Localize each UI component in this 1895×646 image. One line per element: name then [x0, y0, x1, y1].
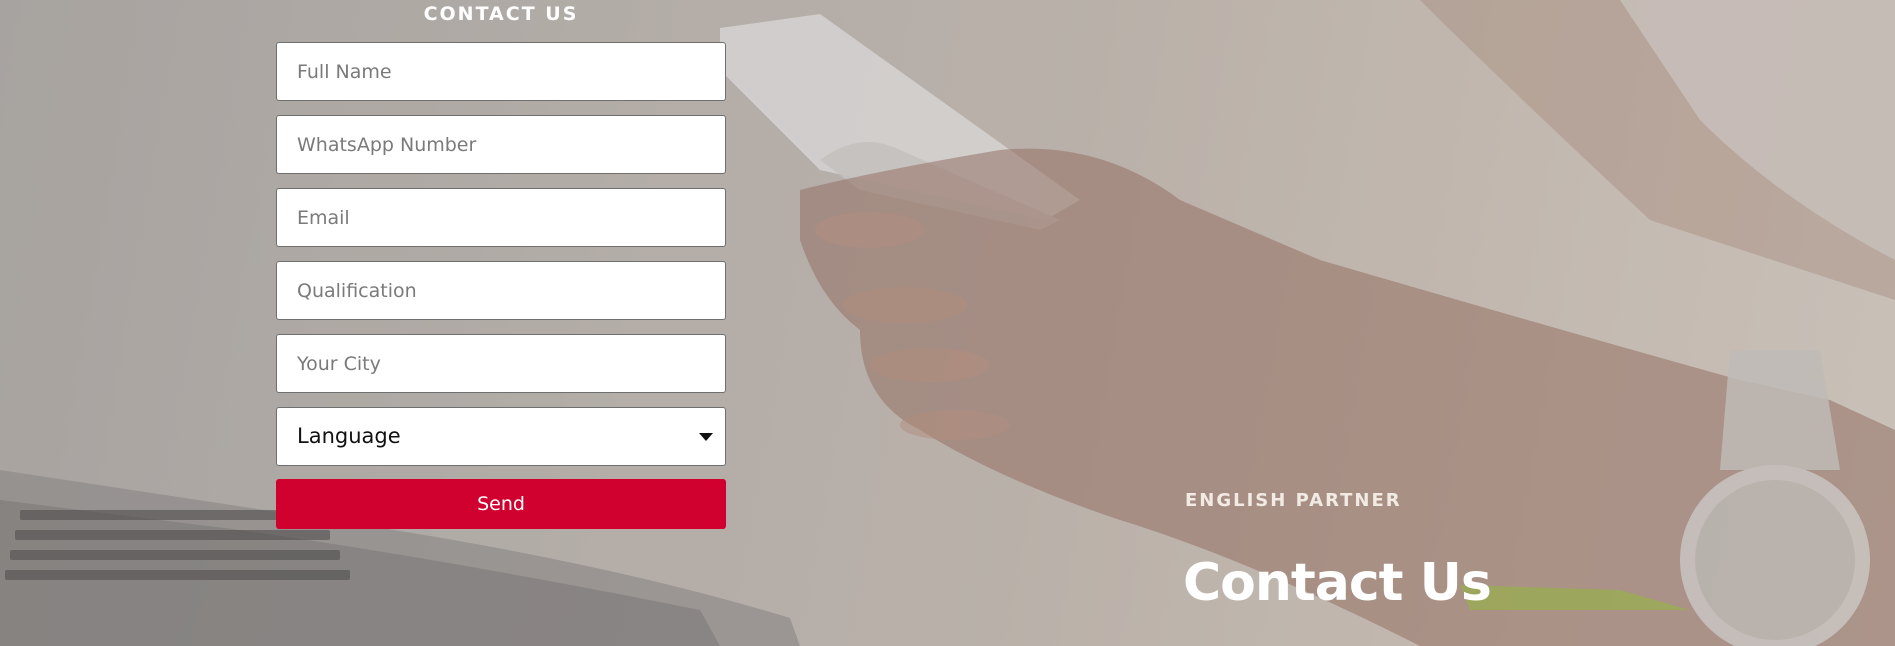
page-title: Contact Us	[1183, 553, 1492, 613]
eyebrow-text: ENGLISH PARTNER	[1185, 490, 1402, 511]
send-button[interactable]: Send	[276, 479, 726, 529]
email-input[interactable]	[277, 189, 725, 246]
form-heading: CONTACT US	[423, 3, 579, 25]
city-field[interactable]	[276, 334, 726, 393]
email-field[interactable]	[276, 188, 726, 247]
whatsapp-number-field[interactable]	[276, 115, 726, 174]
city-input[interactable]	[277, 335, 725, 392]
full-name-input[interactable]	[277, 43, 725, 100]
qualification-input[interactable]	[277, 262, 725, 319]
hero-section: CONTACT US Language Send ENGLISH PARTNER…	[0, 0, 1895, 646]
contact-form: CONTACT US Language Send	[276, 0, 726, 529]
whatsapp-number-input[interactable]	[277, 116, 725, 173]
caret-down-icon	[699, 433, 713, 441]
language-select-value: Language	[297, 424, 401, 448]
qualification-field[interactable]	[276, 261, 726, 320]
language-select[interactable]: Language	[276, 407, 726, 466]
full-name-field[interactable]	[276, 42, 726, 101]
